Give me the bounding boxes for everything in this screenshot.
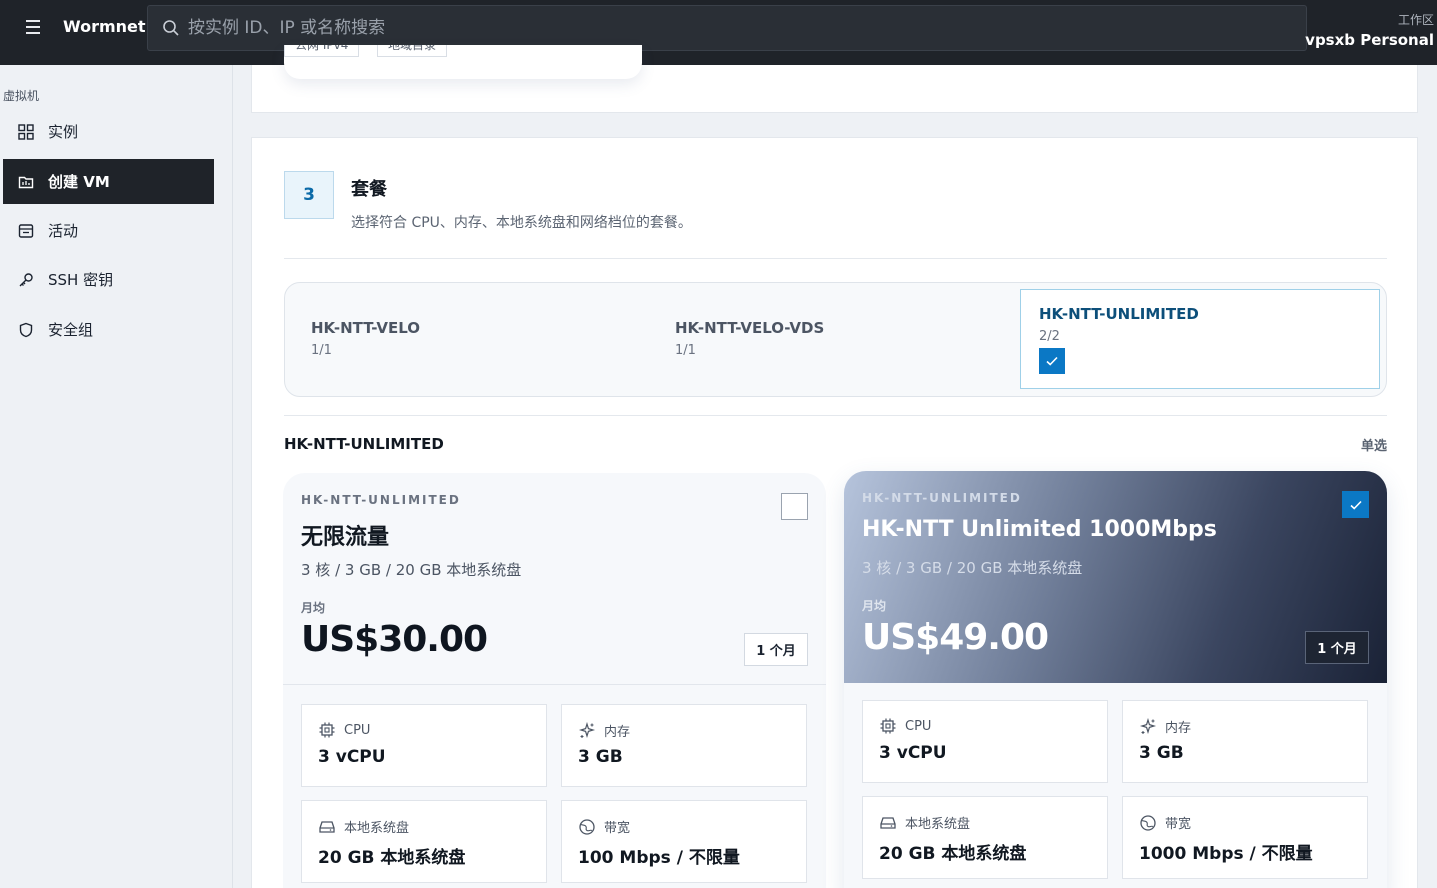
plan-tag: HK-NTT-UNLIMITED (301, 493, 461, 507)
tab-name: HK-NTT-VELO-VDS (675, 319, 825, 337)
check-icon (1349, 500, 1362, 510)
network-section-panel: 公网 IPv4 地域目录 (251, 45, 1418, 113)
tab-hk-ntt-unlimited[interactable]: HK-NTT-UNLIMITED 2/2 (1020, 289, 1380, 389)
activity-icon (17, 222, 35, 240)
cpu-icon (880, 718, 896, 734)
spec-label: 本地系统盘 (905, 817, 971, 832)
step-description: 选择符合 CPU、内存、本地系统盘和网络档位的套餐。 (351, 215, 692, 231)
plan-section-panel: 3 套餐 选择符合 CPU、内存、本地系统盘和网络档位的套餐。 HK-NTT-V… (251, 137, 1418, 888)
sidebar-item-instances[interactable]: 实例 (3, 109, 214, 154)
tab-name: HK-NTT-UNLIMITED (1039, 305, 1199, 323)
tab-count: 1/1 (675, 343, 696, 358)
search-input[interactable] (188, 6, 1288, 50)
sidebar-section-title: 虚拟机 (3, 89, 40, 103)
spec-value: 3 GB (1139, 743, 1184, 763)
spec-label: 本地系统盘 (344, 821, 410, 836)
spec-disk: 本地系统盘 20 GB 本地系统盘 (301, 800, 547, 883)
spec-memory: 内存 3 GB (561, 704, 807, 787)
tab-count: 1/1 (311, 343, 332, 358)
grid-icon (17, 123, 35, 141)
check-icon (1046, 356, 1058, 366)
spec-value: 3 vCPU (879, 743, 947, 763)
sidebar: 虚拟机 实例 创建 VM 活动 SSH 密钥 安全组 (0, 65, 233, 888)
spec-label: CPU (905, 718, 932, 734)
monthly-label: 月均 (301, 601, 326, 615)
sidebar-item-security-groups[interactable]: 安全组 (3, 307, 214, 352)
plan-card-header: HK-NTT-UNLIMITED 无限流量 3 核 / 3 GB / 20 GB… (283, 473, 826, 685)
network-options-card: 公网 IPv4 地域目录 (284, 45, 642, 79)
plan-name: 无限流量 (301, 525, 390, 550)
shield-icon (17, 321, 35, 339)
sidebar-item-label: 实例 (48, 123, 79, 141)
tab-count: 2/2 (1039, 329, 1060, 344)
workspace-switcher[interactable]: vpsxb Personal (1305, 31, 1434, 49)
sparkle-icon (578, 721, 596, 738)
spec-label: 内存 (1165, 721, 1192, 736)
workspace-label: 工作区 (1397, 13, 1434, 27)
plan-price: US$49.00 (862, 617, 1049, 658)
sidebar-item-label: 安全组 (48, 321, 94, 339)
globe-icon (1140, 814, 1156, 831)
monthly-label: 月均 (862, 599, 887, 613)
plan-card-header: HK-NTT-UNLIMITED HK-NTT Unlimited 1000Mb… (844, 471, 1387, 683)
spec-value: 3 vCPU (318, 747, 386, 767)
selection-mode: 单选 (1360, 439, 1387, 454)
cpu-icon (319, 722, 335, 738)
disk-icon (319, 820, 335, 833)
spec-cpu: CPU 3 vCPU (301, 704, 547, 787)
sidebar-item-label: 创建 VM (48, 173, 110, 191)
spec-label: CPU (344, 722, 371, 738)
sidebar-item-create-vm[interactable]: 创建 VM (3, 159, 214, 204)
sidebar-item-activity[interactable]: 活动 (3, 208, 214, 253)
chip-region[interactable]: 地域目录 (377, 45, 448, 57)
plan-spec: 3 核 / 3 GB / 20 GB 本地系统盘 (862, 559, 1083, 577)
spec-cpu: CPU 3 vCPU (862, 700, 1108, 783)
step-title: 套餐 (351, 179, 387, 200)
spec-bandwidth: 带宽 100 Mbps / 不限量 (561, 800, 807, 883)
sidebar-item-ssh-keys[interactable]: SSH 密钥 (3, 257, 214, 302)
group-title: HK-NTT-UNLIMITED (284, 435, 444, 453)
plan-price: US$30.00 (301, 619, 488, 660)
spec-value: 3 GB (578, 747, 623, 767)
billing-term-button[interactable]: 1 个月 (744, 633, 808, 666)
step-number: 3 (284, 171, 334, 219)
spec-value: 100 Mbps / 不限量 (578, 848, 740, 868)
billing-term-button[interactable]: 1 个月 (1305, 631, 1369, 664)
brand-name[interactable]: Wormnet (63, 17, 146, 36)
spec-label: 内存 (604, 725, 631, 740)
plan-group-tabs: HK-NTT-VELO 1/1 HK-NTT-VELO-VDS 1/1 HK-N… (284, 282, 1387, 397)
create-vm-icon (17, 173, 35, 191)
tab-name: HK-NTT-VELO (311, 319, 421, 337)
spec-bandwidth: 带宽 1000 Mbps / 不限量 (1122, 796, 1368, 879)
spec-disk: 本地系统盘 20 GB 本地系统盘 (862, 796, 1108, 879)
plan-tag: HK-NTT-UNLIMITED (862, 491, 1022, 505)
spec-label: 带宽 (1165, 817, 1192, 832)
spec-memory: 内存 3 GB (1122, 700, 1368, 783)
spec-value: 1000 Mbps / 不限量 (1139, 844, 1313, 864)
tab-hk-ntt-velo[interactable]: HK-NTT-VELO 1/1 (285, 283, 645, 396)
sparkle-icon (1139, 717, 1157, 734)
globe-icon (579, 818, 595, 835)
sidebar-item-label: 活动 (48, 222, 79, 240)
sidebar-item-label: SSH 密钥 (48, 271, 114, 289)
spec-value: 20 GB 本地系统盘 (879, 844, 1027, 864)
search-icon (163, 20, 179, 36)
tab-hk-ntt-velo-vds[interactable]: HK-NTT-VELO-VDS 1/1 (649, 283, 1009, 396)
tab-selected-checkbox[interactable] (1039, 348, 1065, 374)
plan-name: HK-NTT Unlimited 1000Mbps (862, 517, 1217, 542)
top-bar: Wormnet 工作区 vpsxb Personal (0, 0, 1437, 65)
chip-ipv4[interactable]: 公网 IPv4 (284, 45, 360, 57)
spec-label: 带宽 (604, 821, 631, 836)
divider (284, 415, 1387, 416)
plan-spec: 3 核 / 3 GB / 20 GB 本地系统盘 (301, 561, 522, 579)
plan-card-unlimited[interactable]: HK-NTT-UNLIMITED 无限流量 3 核 / 3 GB / 20 GB… (283, 473, 826, 888)
menu-icon[interactable] (26, 20, 44, 38)
plan-card-unlimited-1000[interactable]: HK-NTT-UNLIMITED HK-NTT Unlimited 1000Mb… (844, 471, 1387, 888)
plan-checkbox[interactable] (1342, 491, 1369, 518)
plan-checkbox[interactable] (781, 493, 808, 520)
spec-value: 20 GB 本地系统盘 (318, 848, 466, 868)
divider (284, 258, 1387, 259)
disk-icon (880, 816, 896, 829)
key-icon (17, 271, 35, 289)
